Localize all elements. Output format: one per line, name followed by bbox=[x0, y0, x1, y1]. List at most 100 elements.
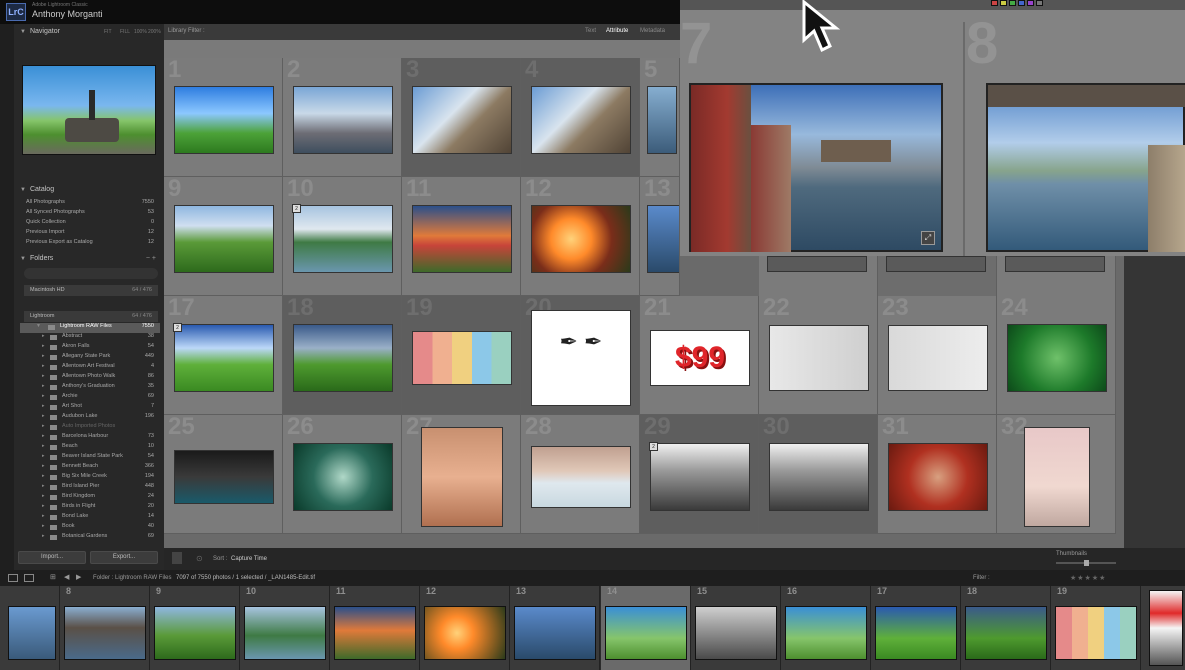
import-button[interactable]: Import... bbox=[18, 551, 86, 564]
filter-tab-metadata[interactable]: Metadata bbox=[640, 28, 665, 34]
disclosure-triangle-icon[interactable]: ▸ bbox=[42, 413, 45, 419]
grid-cell[interactable]: 4 bbox=[521, 58, 640, 177]
folder-row[interactable]: ▸ Allentown Photo Walk 86 bbox=[20, 373, 160, 383]
folder-row[interactable]: ▸ Beach 10 bbox=[20, 443, 160, 453]
color-label-purple[interactable] bbox=[1027, 0, 1034, 6]
photo-thumbnail[interactable] bbox=[531, 446, 631, 508]
grid-cell[interactable]: 30 bbox=[759, 415, 878, 534]
folder-row[interactable]: ▸ Beaver Island State Park 54 bbox=[20, 453, 160, 463]
catalog-item[interactable]: Quick Collection 0 bbox=[26, 219, 158, 229]
filmstrip-cell[interactable]: 13 bbox=[510, 586, 600, 670]
photo-thumbnail[interactable] bbox=[1005, 256, 1105, 272]
color-label-yellow[interactable] bbox=[1000, 0, 1007, 6]
stack-count-badge[interactable]: 2 bbox=[649, 442, 658, 451]
disclosure-triangle-icon[interactable]: ▸ bbox=[42, 493, 45, 499]
grid-cell-partial[interactable] bbox=[878, 256, 997, 296]
disclosure-triangle-icon[interactable]: ▸ bbox=[42, 473, 45, 479]
grid-cell[interactable]: 10 2 bbox=[283, 177, 402, 296]
grid-cell[interactable]: 20 ✒ ✒ bbox=[521, 296, 640, 415]
grid-cell[interactable]: 23 bbox=[878, 296, 997, 415]
photo-thumbnail[interactable] bbox=[412, 331, 512, 385]
catalog-header[interactable]: ▼ Catalog bbox=[14, 182, 162, 198]
disclosure-triangle-icon[interactable]: ▸ bbox=[42, 423, 45, 429]
disclosure-triangle-icon[interactable]: ▸ bbox=[42, 393, 45, 399]
stack-count-badge[interactable]: 2 bbox=[292, 204, 301, 213]
photo-thumbnail[interactable] bbox=[767, 256, 867, 272]
color-label-red[interactable] bbox=[991, 0, 998, 6]
folder-row[interactable]: ▸ Anthony's Graduation 35 bbox=[20, 383, 160, 393]
disclosure-triangle-icon[interactable]: ▼ bbox=[36, 323, 41, 329]
disclosure-triangle-icon[interactable]: ▸ bbox=[42, 523, 45, 529]
filmstrip-cell[interactable] bbox=[0, 586, 60, 670]
grid-cell[interactable]: 24 bbox=[997, 296, 1116, 415]
left-panel-edge[interactable] bbox=[0, 24, 14, 570]
stack-count-badge[interactable]: 2 bbox=[173, 323, 182, 332]
disclosure-triangle-icon[interactable]: ▸ bbox=[42, 383, 45, 389]
zoom-100[interactable]: 100% bbox=[134, 29, 147, 35]
folder-row[interactable]: ▸ Allentown Art Festival 4 bbox=[20, 363, 160, 373]
filter-tab-attribute[interactable]: Attribute bbox=[606, 28, 628, 34]
filmstrip-cell[interactable]: 11 bbox=[330, 586, 420, 670]
folder-row-selected[interactable]: ▼ Lightroom RAW Files 7550 bbox=[20, 323, 160, 333]
photo-thumbnail[interactable] bbox=[647, 86, 677, 154]
disclosure-triangle-icon[interactable]: ▸ bbox=[42, 463, 45, 469]
filmstrip-thumbnail[interactable] bbox=[965, 606, 1047, 660]
folder-row[interactable]: ▸ Abstract 38 bbox=[20, 333, 160, 343]
grid-cell[interactable]: 26 bbox=[283, 415, 402, 534]
photo-thumbnail[interactable] bbox=[531, 205, 631, 273]
filmstrip-cell[interactable]: 16 bbox=[781, 586, 871, 670]
folder-add-icon[interactable]: − + bbox=[146, 251, 156, 267]
photo-thumbnail[interactable] bbox=[769, 325, 869, 391]
grid-cell-partial[interactable] bbox=[997, 256, 1116, 296]
folder-row[interactable]: ▸ Bond Lake 14 bbox=[20, 513, 160, 523]
catalog-item[interactable]: All Photographs 7550 bbox=[26, 199, 158, 209]
grid-cell[interactable]: 17 2 bbox=[164, 296, 283, 415]
folder-row[interactable]: ▸ Art Shot 7 bbox=[20, 403, 160, 413]
grid-icon[interactable]: ⊞ bbox=[50, 573, 56, 581]
color-label-none[interactable] bbox=[1036, 0, 1043, 6]
grid-cell[interactable]: 12 bbox=[521, 177, 640, 296]
painter-icon[interactable]: ⊙ bbox=[196, 554, 203, 563]
photo-thumbnail[interactable] bbox=[421, 427, 503, 527]
screen-1-icon[interactable] bbox=[8, 574, 18, 582]
folder-row[interactable]: ▸ Auto Imported Photos bbox=[20, 423, 160, 433]
sort-dropdown[interactable]: Capture Time bbox=[231, 556, 267, 562]
photo-thumbnail[interactable] bbox=[412, 205, 512, 273]
filmstrip-cell[interactable]: 10 bbox=[240, 586, 330, 670]
folder-row[interactable]: ▸ Big Six Mile Creek 194 bbox=[20, 473, 160, 483]
grid-cell[interactable]: 28 bbox=[521, 415, 640, 534]
disclosure-triangle-icon[interactable]: ▸ bbox=[42, 373, 45, 379]
filmstrip-cell[interactable]: 12 bbox=[420, 586, 510, 670]
filmstrip-thumbnail[interactable] bbox=[514, 606, 596, 660]
folder-row[interactable]: ▸ Birds in Flight 20 bbox=[20, 503, 160, 513]
forward-arrow-icon[interactable]: ▶ bbox=[76, 573, 81, 581]
photo-thumbnail[interactable] bbox=[174, 324, 274, 392]
catalog-item[interactable]: Previous Export as Catalog 12 bbox=[26, 239, 158, 249]
grid-cell[interactable]: 25 bbox=[164, 415, 283, 534]
folder-row[interactable]: ▸ Botanical Gardens 69 bbox=[20, 533, 160, 543]
photo-thumbnail[interactable] bbox=[888, 325, 988, 391]
volume-lightroom[interactable]: Lightroom 64 / 476 bbox=[24, 311, 158, 322]
photo-thumbnail[interactable] bbox=[886, 256, 986, 272]
grid-cell-partial[interactable] bbox=[759, 256, 878, 296]
rating-filter-stars[interactable]: ★★★★★ bbox=[1070, 574, 1106, 582]
filmstrip-thumbnail[interactable] bbox=[605, 606, 687, 660]
disclosure-triangle-icon[interactable]: ▸ bbox=[42, 483, 45, 489]
volume-macintosh-hd[interactable]: Macintosh HD 64 / 476 bbox=[24, 285, 158, 296]
photo-thumbnail[interactable] bbox=[412, 86, 512, 154]
slider-thumb[interactable] bbox=[1084, 560, 1089, 566]
filmstrip-thumbnail[interactable] bbox=[875, 606, 957, 660]
disclosure-triangle-icon[interactable]: ▸ bbox=[42, 333, 45, 339]
disclosure-triangle-icon[interactable]: ▸ bbox=[42, 513, 45, 519]
grid-cell[interactable]: 9 bbox=[164, 177, 283, 296]
photo-thumbnail[interactable] bbox=[293, 443, 393, 511]
catalog-item[interactable]: All Synced Photographs 53 bbox=[26, 209, 158, 219]
filmstrip-thumbnail[interactable] bbox=[244, 606, 326, 660]
photo-thumbnail[interactable] bbox=[888, 443, 988, 511]
photo-thumbnail[interactable] bbox=[174, 86, 274, 154]
filmstrip-thumbnail[interactable] bbox=[334, 606, 416, 660]
filmstrip-thumbnail[interactable] bbox=[1055, 606, 1137, 660]
photo-thumbnail[interactable] bbox=[293, 324, 393, 392]
disclosure-triangle-icon[interactable]: ▸ bbox=[42, 533, 45, 539]
filter-tab-text[interactable]: Text bbox=[585, 28, 596, 34]
